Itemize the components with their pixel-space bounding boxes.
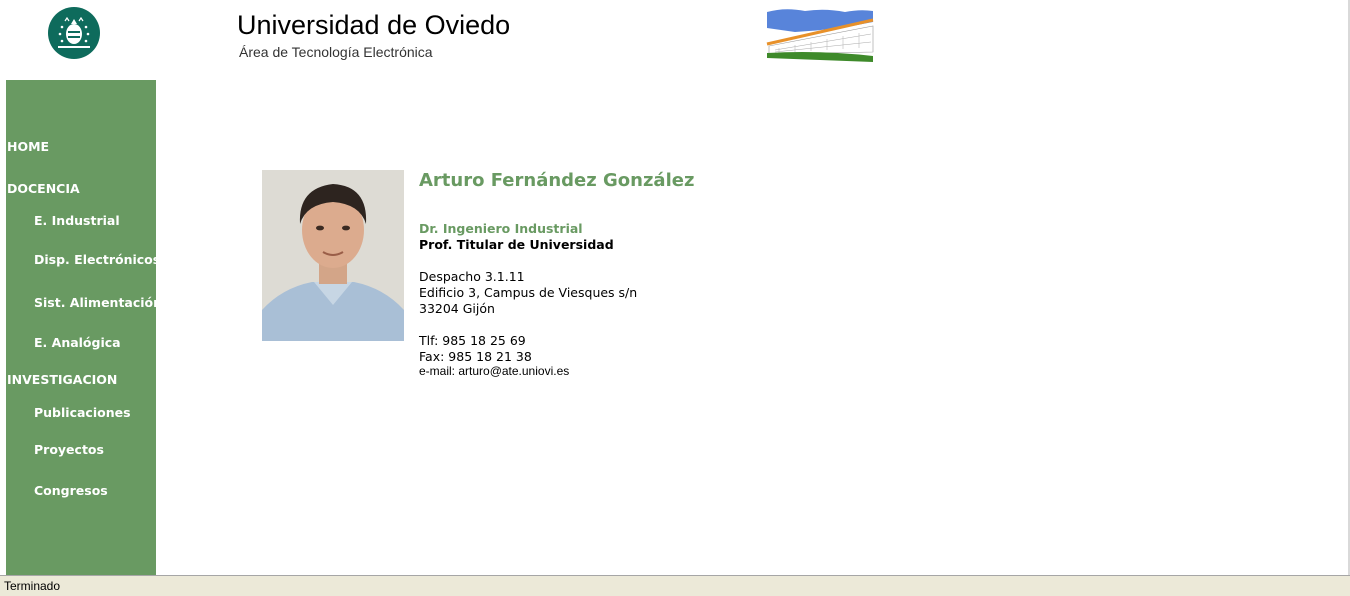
profile-photo [262,170,404,341]
profile-position: Prof. Titular de Universidad [419,237,614,252]
page-subtitle: Área de Tecnología Electrónica [239,44,433,60]
sidebar-item-investigacion[interactable]: INVESTIGACION [7,372,117,387]
status-text: Terminado [4,579,61,593]
sidebar-item-disp-electronicos[interactable]: Disp. Electrónicos [34,252,156,267]
sidebar-item-publicaciones[interactable]: Publicaciones [34,405,131,420]
sidebar-item-sist-alimentacion[interactable]: Sist. Alimentación [34,295,156,310]
office-number: Despacho 3.1.11 [419,269,525,284]
page-title: Universidad de Oviedo [237,10,511,40]
sidebar-item-proyectos[interactable]: Proyectos [34,442,104,457]
sidebar-item-e-analogica[interactable]: E. Analógica [34,335,121,350]
page-viewport: Universidad de Oviedo Área de Tecnología… [0,0,1350,575]
sidebar-nav: HOME DOCENCIA E. Industrial Disp. Electr… [6,80,156,575]
sidebar-item-e-industrial[interactable]: E. Industrial [34,213,120,228]
sidebar-item-congresos[interactable]: Congresos [34,483,108,498]
sidebar-item-home[interactable]: HOME [7,139,49,154]
email-link[interactable]: e-mail: arturo@ate.uniovi.es [419,364,569,378]
university-seal-logo [48,7,100,59]
fax-number: Fax: 985 18 21 38 [419,349,532,364]
profile-name: Arturo Fernández González [419,170,695,191]
sidebar-item-docencia[interactable]: DOCENCIA [7,181,80,196]
building-illustration [765,6,875,63]
office-building: Edificio 3, Campus de Viesques s/n [419,285,638,300]
phone-number: Tlf: 985 18 25 69 [419,333,526,348]
office-city: 33204 Gijón [419,301,495,316]
profile-degree: Dr. Ingeniero Industrial [419,221,583,236]
browser-status-bar: Terminado [0,575,1350,596]
